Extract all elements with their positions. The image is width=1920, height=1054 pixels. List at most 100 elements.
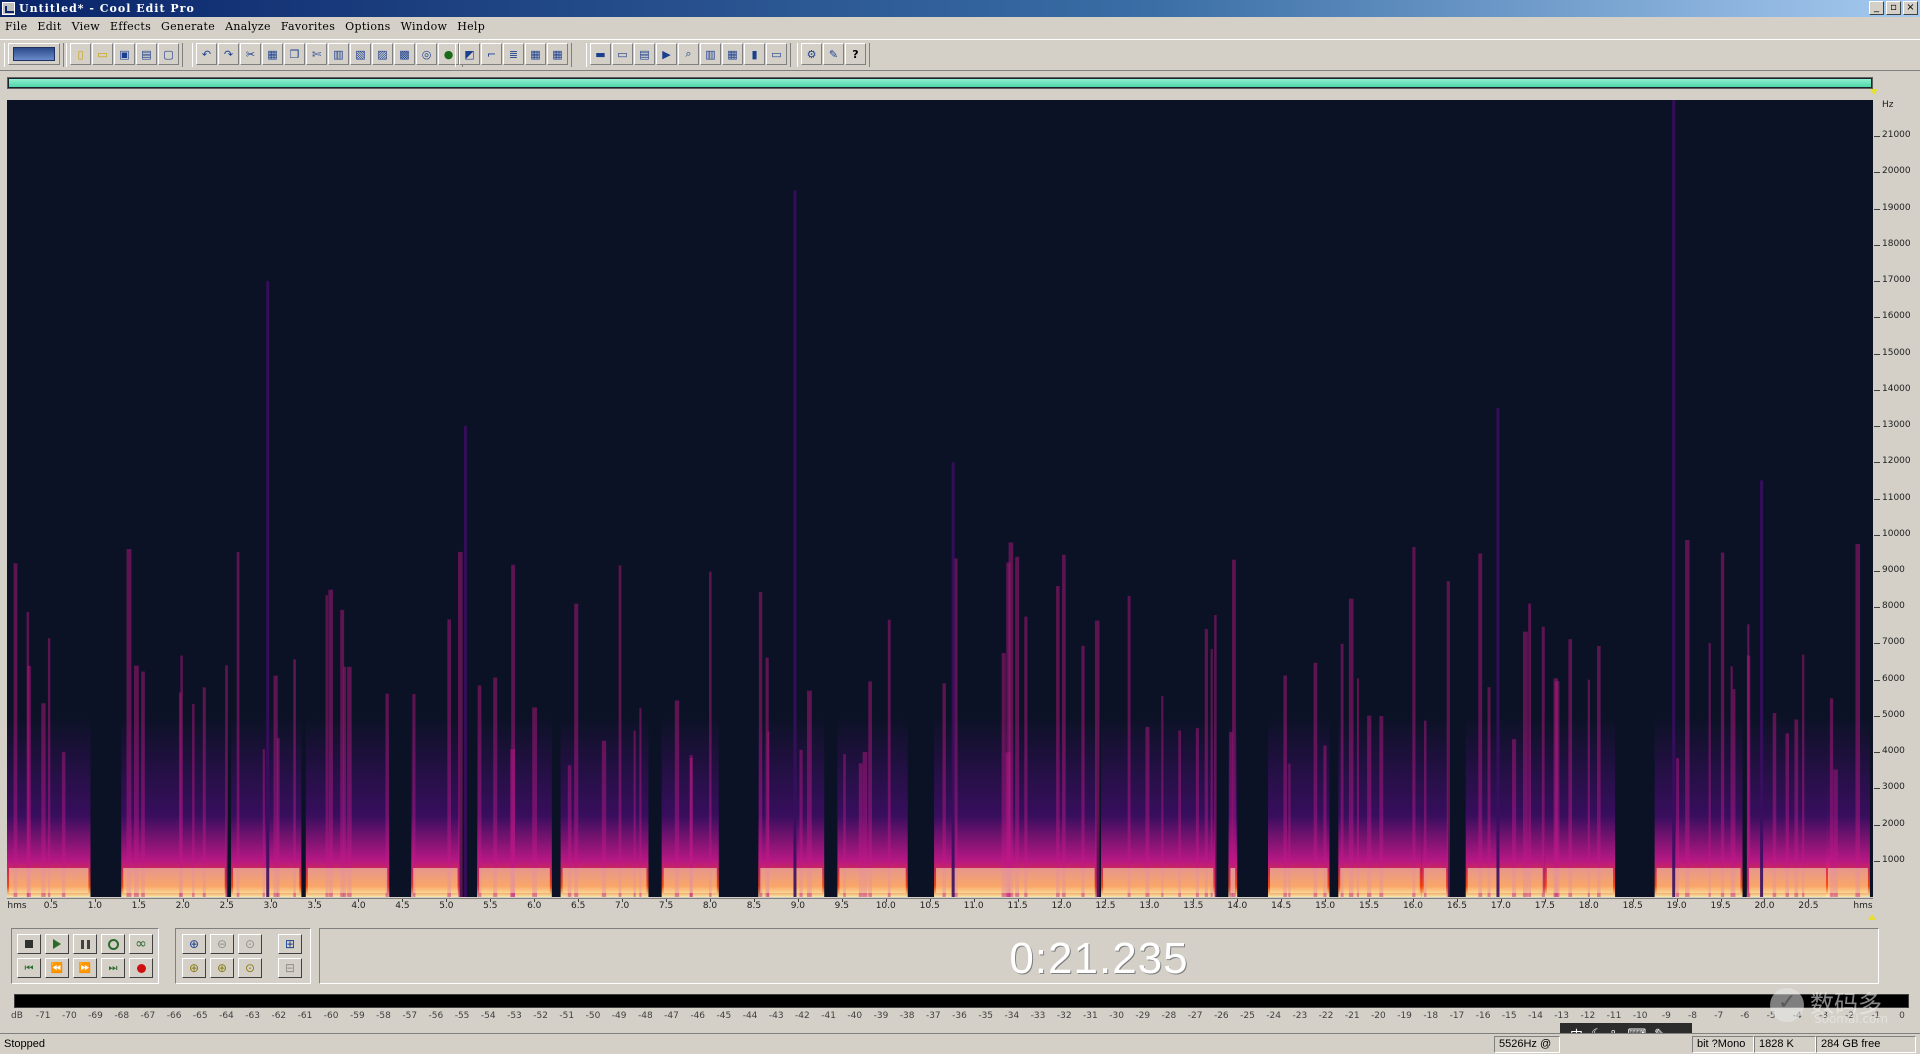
spectral-spike (1356, 678, 1360, 897)
spectral-core (663, 868, 717, 893)
normalize-button[interactable]: ≣ (503, 43, 524, 65)
time-format-button[interactable]: ▦ (722, 43, 743, 65)
overview-bar[interactable] (7, 77, 1878, 95)
meter-button[interactable]: ▮ (744, 43, 765, 65)
spectral-core (1103, 868, 1214, 893)
transport-controls: ∞ ⏮ ⏪ ⏩ ⏭ (11, 928, 159, 984)
save-button[interactable]: ▣ (114, 43, 135, 65)
spectral-spike (1161, 696, 1164, 897)
settings-button[interactable]: ⚙ (801, 43, 822, 65)
spectral-spike (1541, 626, 1545, 897)
spectral-spike (1232, 559, 1236, 897)
menu-generate[interactable]: Generate (156, 18, 220, 36)
menu-bar: File Edit View Effects Generate Analyze … (0, 18, 1920, 36)
time-ruler[interactable]: hms hms 0.5 1.0 1.5 2.0 2.5 3.0 3.5 4.0 4.5 5.0 5.… (7, 898, 1873, 916)
zoom-left-button[interactable]: ⊕ (182, 958, 206, 978)
paste-new-button[interactable]: ▧ (350, 43, 371, 65)
select-all-button[interactable]: ▦ (262, 43, 283, 65)
hz-tick (1874, 860, 1880, 862)
go-to-end-icon: ⏭ (108, 962, 118, 974)
save-all-button[interactable]: ▤ (136, 43, 157, 65)
spectral-view-button[interactable]: ◩ (459, 43, 480, 65)
app-icon[interactable] (2, 2, 15, 15)
play-button[interactable]: ▶ (656, 43, 677, 65)
zoom-in-full-button[interactable]: ⊕ (182, 934, 206, 954)
sample-rate-button[interactable]: ▥ (700, 43, 721, 65)
copy-button[interactable]: ❐ (284, 43, 305, 65)
menu-analyze[interactable]: Analyze (220, 18, 276, 36)
open-file-button[interactable]: ▭ (92, 43, 113, 65)
minimize-button[interactable]: _ (1869, 1, 1884, 15)
level-meter-label: -66 (166, 1011, 182, 1021)
script-button[interactable]: ✎ (823, 43, 844, 65)
spectral-spike (1127, 595, 1131, 897)
menu-file[interactable]: File (0, 18, 32, 36)
menu-help[interactable]: Help (452, 18, 490, 36)
rewind-button[interactable]: ⏪ (45, 958, 69, 978)
status-bits: bit ?Mono (1692, 1036, 1754, 1053)
spectral-spike (493, 677, 498, 897)
zoom-out-full-button[interactable]: ⊖ (210, 934, 234, 954)
menu-view[interactable]: View (67, 18, 105, 36)
redo-button[interactable]: ↷ (218, 43, 239, 65)
go-to-start-button[interactable]: ⏮ (17, 958, 41, 978)
undo-button[interactable]: ↶ (196, 43, 217, 65)
grid2-button[interactable]: ▦ (547, 43, 568, 65)
status-button[interactable]: ▭ (766, 43, 787, 65)
time-label: 11.0 (963, 901, 984, 911)
help-button[interactable]: ? (845, 43, 866, 65)
loop-button[interactable]: ∞ (129, 934, 153, 954)
spectral-spike (807, 690, 812, 897)
pause-button[interactable] (73, 934, 97, 954)
close-button[interactable]: × (1903, 1, 1918, 15)
cue-list-button[interactable]: ▬ (590, 43, 611, 65)
hz-label: 11000 (1882, 492, 1911, 503)
cd-button[interactable]: ◎ (416, 43, 437, 65)
zoom-right-button[interactable]: ⊕ (210, 958, 234, 978)
stop-button[interactable] (17, 934, 41, 954)
menu-favorites[interactable]: Favorites (276, 18, 340, 36)
zoom-selection-button[interactable]: ⊙ (238, 934, 262, 954)
menu-options[interactable]: Options (340, 18, 395, 36)
end-marker[interactable] (1868, 914, 1876, 920)
zoom-fit-button[interactable]: ⊙ (238, 958, 262, 978)
menu-effects[interactable]: Effects (105, 18, 156, 36)
overview-visible-range[interactable] (9, 79, 1871, 87)
waveform-view-toggle-button[interactable] (8, 43, 60, 65)
spectral-spike (1732, 689, 1736, 897)
overview-end-marker[interactable] (1870, 89, 1878, 95)
menu-edit[interactable]: Edit (32, 18, 66, 36)
hz-label: 17000 (1882, 275, 1911, 286)
cut-button[interactable]: ✄ (306, 43, 327, 65)
go-to-end-button[interactable]: ⏭ (101, 958, 125, 978)
restore-button[interactable]: ▫ (1886, 1, 1901, 15)
play-list-icon: ▭ (617, 47, 628, 61)
grid-button[interactable]: ▦ (525, 43, 546, 65)
trim-button[interactable]: ▩ (394, 43, 415, 65)
paste-button[interactable]: ▥ (328, 43, 349, 65)
mix-paste-button[interactable]: ▨ (372, 43, 393, 65)
play-list-button[interactable]: ▭ (612, 43, 633, 65)
new-file-button[interactable]: ▯ (70, 43, 91, 65)
spectral-view[interactable] (7, 100, 1873, 897)
fast-forward-button[interactable]: ⏩ (73, 958, 97, 978)
play-button[interactable] (45, 934, 69, 954)
zoom-out-vertical-button[interactable]: ⊟ (278, 958, 302, 978)
hz-label: 21000 (1882, 130, 1911, 141)
play-to-end-button[interactable] (101, 934, 125, 954)
info-button[interactable]: ▤ (634, 43, 655, 65)
level-meter-label: -31 (1083, 1011, 1098, 1021)
level-meter-label: -58 (376, 1011, 391, 1021)
toolbar-group-5: ▬ ▭ ▤ ▶ ⌕ ▥ ▦ ▮ ▭ (586, 43, 791, 67)
record-button[interactable] (129, 958, 153, 978)
close-button[interactable]: ▢ (158, 43, 179, 65)
repeat-button[interactable]: ✂ (240, 43, 261, 65)
zoom-button[interactable]: ⌕ (678, 43, 699, 65)
envelope-button[interactable]: ⌐ (481, 43, 502, 65)
hz-tick (1874, 570, 1880, 572)
spectral-spike (1685, 540, 1690, 897)
spectral-core (760, 868, 823, 893)
menu-window[interactable]: Window (396, 18, 453, 36)
spectral-spike (1313, 662, 1318, 897)
zoom-in-vertical-button[interactable]: ⊞ (278, 934, 302, 954)
